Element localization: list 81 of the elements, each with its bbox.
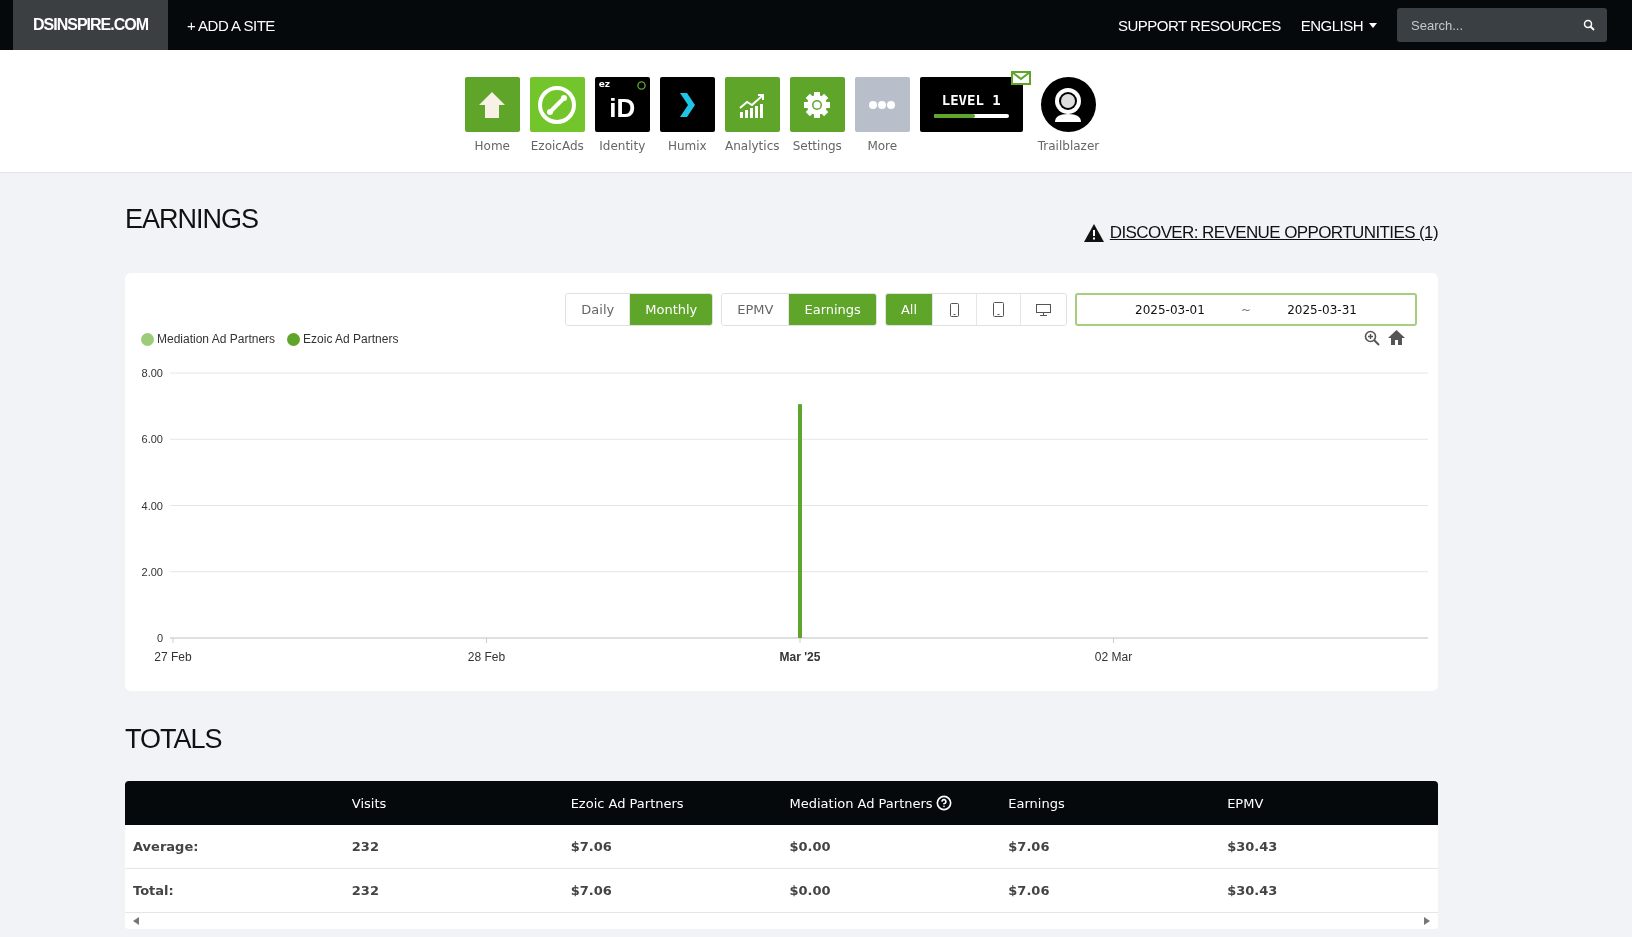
app-tile[interactable] [529, 77, 585, 132]
ez-label: ez [598, 79, 611, 89]
help-icon[interactable] [935, 795, 952, 811]
x-tick-label: 27 Feb [154, 650, 192, 664]
table-cell-text: $7.06 [569, 883, 613, 898]
table-cell-text: $30.43 [1226, 839, 1279, 854]
dots-icon [869, 100, 896, 109]
house-icon [477, 89, 508, 120]
add-site-link[interactable]: + ADD A SITE [187, 16, 275, 34]
column-header: Earnings [1008, 795, 1065, 811]
caret-icon [1369, 22, 1377, 28]
app-tile[interactable] [1041, 77, 1096, 132]
level-text: LEVEL 1 [941, 91, 1001, 108]
support-resources-link[interactable]: SUPPORT RESOURCES [1118, 16, 1281, 34]
column-header: Mediation Ad Partners [789, 795, 933, 811]
column-header: EPMV [1227, 795, 1264, 811]
app-tile[interactable] [854, 77, 910, 132]
table-cell-text: $30.43 [1226, 883, 1279, 898]
date-separator: ~ [1240, 302, 1251, 317]
language-dropdown[interactable]: ENGLISH [1300, 16, 1377, 34]
app-label: Home [474, 139, 510, 153]
x-tick-label: 28 Feb [467, 650, 506, 664]
device-button[interactable] [1020, 294, 1066, 325]
monitor-icon [1036, 303, 1051, 316]
y-tick-label: 0 [156, 632, 163, 644]
table-cell-text: 232 [350, 839, 380, 854]
x-tick-label: 02 Mar [1094, 650, 1133, 664]
y-tick-label: 8.00 [141, 367, 163, 379]
home-icon[interactable] [1388, 330, 1405, 345]
search-icon [1583, 19, 1595, 31]
section-title: TOTALS [125, 724, 222, 755]
tablet-icon [993, 302, 1004, 317]
table-cell-text: $0.00 [788, 883, 832, 898]
app-tile[interactable] [789, 77, 845, 132]
phone-icon [950, 302, 959, 317]
search-field[interactable]: Search... [1397, 8, 1607, 42]
tile-mark: iD [609, 93, 636, 124]
envelope-icon [1010, 71, 1031, 85]
start-date: 2025-03-01 [1135, 302, 1205, 317]
chevron-icon [678, 91, 697, 118]
x-tick-label: Mar '25 [779, 650, 821, 664]
legend-label: Ezoic Ad Partners [303, 332, 399, 346]
chart-icon [738, 91, 767, 118]
search-input[interactable]: Search... [1409, 16, 1583, 34]
table-cell-text: 232 [350, 883, 380, 898]
table-cell-text: $7.06 [569, 839, 613, 854]
app-label: Settings [792, 139, 842, 153]
date-range-field[interactable]: 2025-03-01 ~ 2025-03-31 [1075, 293, 1417, 326]
warning-icon [1083, 224, 1104, 242]
row-label: Total: [132, 883, 175, 898]
table-cell-text: $7.06 [1007, 883, 1051, 898]
app-label: More [867, 139, 898, 153]
level-badge[interactable]: LEVEL 1 [919, 77, 1023, 132]
app-tile[interactable] [724, 77, 780, 132]
y-tick-label: 2.00 [141, 565, 163, 578]
scroll-right-icon[interactable] [1424, 917, 1430, 925]
table-cell-text: $0.00 [788, 839, 832, 854]
app-label: Analytics [725, 139, 780, 153]
zoom-in-icon[interactable] [1364, 330, 1380, 346]
circle-link-icon [537, 84, 578, 125]
column-header: Visits [351, 795, 387, 811]
row-label: Average: [132, 839, 200, 854]
discover-link[interactable]: DISCOVER: REVENUE OPPORTUNITIES (1) [1109, 223, 1438, 243]
app-label: Identity [599, 139, 646, 153]
end-date: 2025-03-31 [1287, 302, 1357, 317]
table-cell-text: $7.06 [1007, 839, 1051, 854]
app-tile[interactable] [659, 77, 715, 132]
app-tile[interactable]: ez iD [594, 77, 650, 132]
app-label: Humix [667, 139, 707, 153]
site-name[interactable]: DSINSPIRE.COM [13, 0, 168, 50]
scroll-left-icon[interactable] [133, 917, 139, 925]
y-tick-label: 4.00 [141, 499, 163, 512]
app-tile[interactable] [464, 77, 520, 132]
settings-icon [803, 90, 832, 119]
ring-icon [636, 81, 646, 90]
section-title: EARNINGS [125, 204, 259, 235]
app-label: EzoicAds [530, 139, 584, 153]
app-label: Trailblazer [1037, 139, 1100, 153]
y-tick-label: 6.00 [141, 433, 163, 446]
legend-label: Mediation Ad Partners [157, 332, 276, 346]
column-header: Ezoic Ad Partners [570, 795, 684, 811]
